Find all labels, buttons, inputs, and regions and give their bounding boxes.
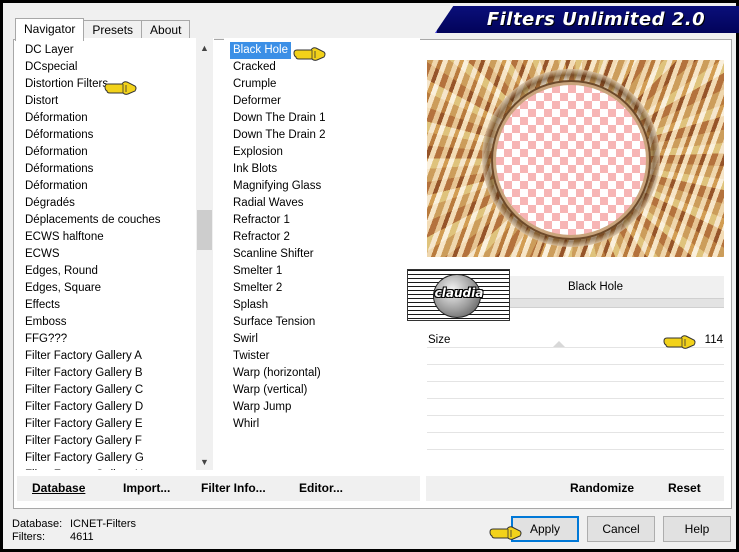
filter-item[interactable]: Down The Drain 2: [230, 127, 328, 144]
filter-item[interactable]: Refractor 2: [230, 229, 293, 246]
category-item[interactable]: Déformations: [24, 127, 94, 144]
category-item[interactable]: Filter Factory Gallery H: [24, 467, 144, 470]
filter-item[interactable]: Down The Drain 1: [230, 110, 328, 127]
reset-button[interactable]: Reset: [668, 476, 701, 501]
filter-item[interactable]: Magnifying Glass: [230, 178, 324, 195]
slider-track: [427, 381, 724, 382]
category-list[interactable]: DC Layer DCspecial Distortion Filters Disto…: [17, 38, 214, 470]
watermark-text: claudia: [434, 286, 484, 300]
category-item[interactable]: Dégradés: [24, 195, 76, 212]
pointing-hand-icon: [489, 526, 522, 540]
preview-transparent-hole: [496, 85, 646, 235]
cancel-button[interactable]: Cancel: [587, 516, 655, 542]
category-item[interactable]: Edges, Round: [24, 263, 99, 280]
filter-item[interactable]: Crumple: [230, 76, 279, 93]
scroll-up-icon[interactable]: ▲: [196, 40, 213, 57]
status-database-label: Database:: [12, 518, 63, 530]
category-item[interactable]: Filter Factory Gallery A: [24, 348, 143, 365]
filter-info-button[interactable]: Filter Info...: [201, 476, 266, 501]
filter-item[interactable]: Explosion: [230, 144, 286, 161]
scroll-thumb[interactable]: [197, 210, 212, 250]
tab-navigator[interactable]: Navigator: [15, 18, 85, 41]
category-item[interactable]: Filter Factory Gallery F: [24, 433, 143, 450]
category-item[interactable]: Déformation: [24, 178, 89, 195]
randomize-button[interactable]: Randomize: [570, 476, 634, 501]
filter-item[interactable]: Warp (vertical): [230, 382, 310, 399]
title-banner: Filters Unlimited 2.0: [435, 6, 739, 33]
filter-item[interactable]: Whirl: [230, 416, 262, 433]
slider-track: [427, 432, 724, 433]
slider-track: [427, 364, 724, 365]
window-title: Filters Unlimited 2.0: [486, 9, 706, 30]
category-item[interactable]: Emboss: [24, 314, 68, 331]
slider-track: [427, 398, 724, 399]
filter-list[interactable]: Black Hole Cracked Crumple Deformer Down The…: [224, 38, 420, 470]
category-item[interactable]: DCspecial: [24, 59, 78, 76]
watermark-logo: claudia: [407, 269, 510, 321]
filter-item[interactable]: Black Hole: [230, 42, 291, 59]
slider-track: [427, 415, 724, 416]
category-item[interactable]: DC Layer: [24, 42, 75, 59]
status-filters-value: 4611: [70, 531, 94, 543]
filter-item[interactable]: Warp (horizontal): [230, 365, 324, 382]
status-filters: Filters: 4611: [12, 531, 94, 544]
help-button[interactable]: Help: [663, 516, 731, 542]
import-button[interactable]: Import...: [123, 476, 170, 501]
database-button[interactable]: Database: [32, 476, 85, 501]
tab-bar: Navigator Presets About: [15, 18, 191, 41]
category-item[interactable]: FFG???: [24, 331, 68, 348]
size-slider-thumb[interactable]: [553, 341, 565, 347]
database-button-label: Database: [32, 481, 86, 495]
filter-item[interactable]: Ink Blots: [230, 161, 280, 178]
filter-item[interactable]: Surface Tension: [230, 314, 318, 331]
category-item[interactable]: Déplacements de couches: [24, 212, 162, 229]
category-item[interactable]: Effects: [24, 297, 61, 314]
category-item[interactable]: Distort: [24, 93, 59, 110]
parameter-sliders-area: [427, 330, 724, 470]
filter-item[interactable]: Swirl: [230, 331, 261, 348]
category-item[interactable]: Edges, Square: [24, 280, 102, 297]
size-value[interactable]: 114: [695, 333, 723, 347]
pointing-hand-icon: [663, 335, 696, 349]
status-database-value: ICNET-Filters: [70, 518, 136, 530]
filter-item[interactable]: Refractor 1: [230, 212, 293, 229]
filter-item[interactable]: Radial Waves: [230, 195, 307, 212]
filter-item[interactable]: Smelter 1: [230, 263, 285, 280]
filter-item[interactable]: Twister: [230, 348, 272, 365]
category-item[interactable]: Déformation: [24, 110, 89, 127]
size-label: Size: [428, 334, 451, 346]
slider-track: [427, 449, 724, 450]
editor-button[interactable]: Editor...: [299, 476, 343, 501]
filter-item[interactable]: Smelter 2: [230, 280, 285, 297]
status-filters-label: Filters:: [12, 531, 45, 543]
category-scrollbar[interactable]: ▲ ▼: [196, 38, 213, 470]
pointing-hand-icon: [293, 47, 326, 61]
category-item[interactable]: Déformation: [24, 144, 89, 161]
category-item[interactable]: ECWS: [24, 246, 61, 263]
category-item[interactable]: Filter Factory Gallery B: [24, 365, 144, 382]
filter-item[interactable]: Scanline Shifter: [230, 246, 317, 263]
category-item[interactable]: Filter Factory Gallery C: [24, 382, 144, 399]
category-item[interactable]: Déformations: [24, 161, 94, 178]
category-item[interactable]: Filter Factory Gallery E: [24, 416, 144, 433]
filter-item[interactable]: Deformer: [230, 93, 284, 110]
category-item[interactable]: Filter Factory Gallery G: [24, 450, 145, 467]
category-item[interactable]: ECWS halftone: [24, 229, 105, 246]
filter-item[interactable]: Warp Jump: [230, 399, 294, 416]
category-item[interactable]: Distortion Filters: [24, 76, 109, 93]
category-item[interactable]: Filter Factory Gallery D: [24, 399, 144, 416]
filter-item[interactable]: Splash: [230, 297, 271, 314]
status-database: Database: ICNET-Filters: [12, 518, 136, 531]
filter-item[interactable]: Cracked: [230, 59, 279, 76]
scroll-down-icon[interactable]: ▼: [196, 454, 213, 471]
pointing-hand-icon: [104, 81, 137, 95]
preview-image: [427, 60, 724, 257]
